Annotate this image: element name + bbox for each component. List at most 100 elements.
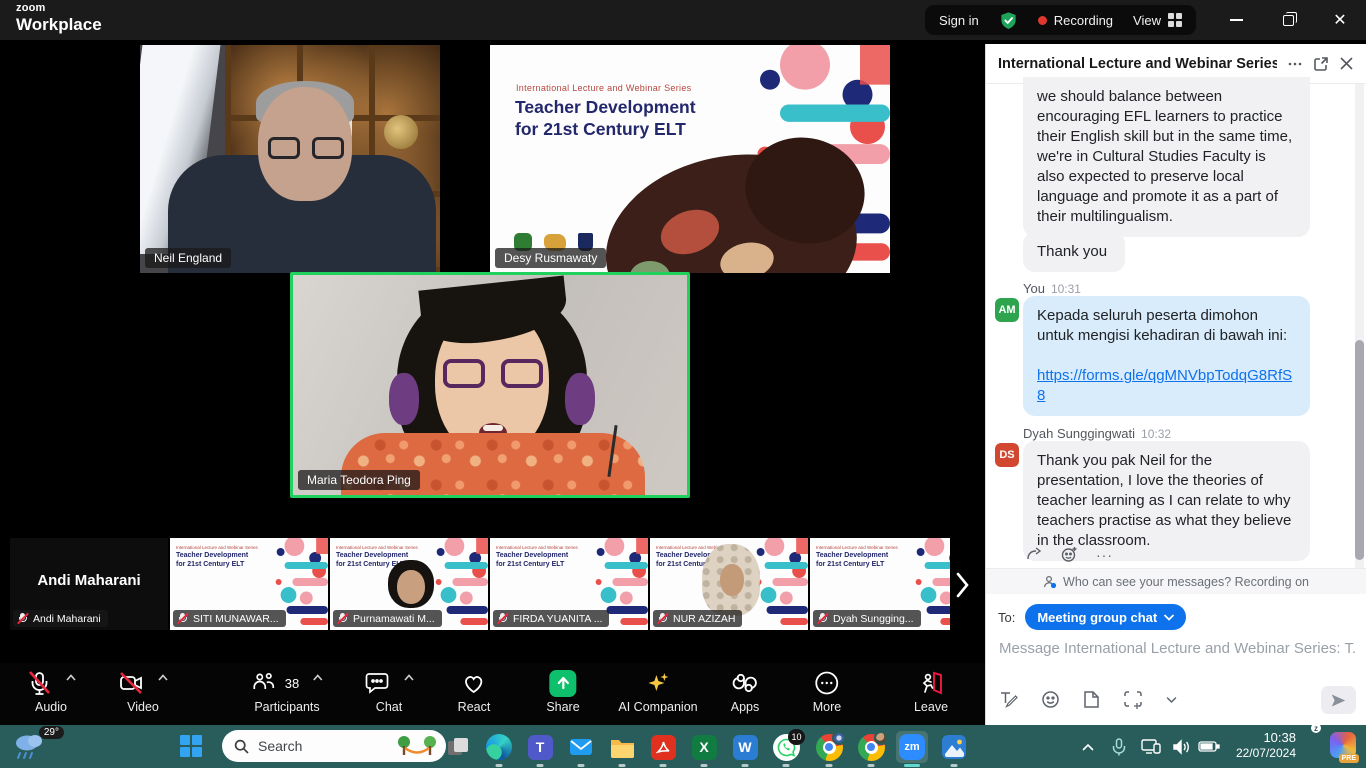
chat-message-bubble[interactable]: Thank you pak Neil for the presentation,… (1023, 441, 1310, 561)
slide-title-line2: for 21st Century ELT (515, 119, 686, 140)
participants-button[interactable]: 38 Participants (251, 669, 323, 714)
video-stage: Neil England International Lecture and W… (0, 40, 985, 663)
slide-title-line1: Teacher Development (816, 552, 888, 559)
filmstrip-next-button[interactable] (950, 563, 974, 607)
mic-muted-icon (657, 612, 668, 625)
chevron-up-icon[interactable] (66, 674, 76, 681)
brand-workplace: Workplace (16, 16, 102, 33)
chat-message-bubble[interactable]: Thank you (1023, 232, 1125, 272)
chat-visibility-notice[interactable]: Who can see your messages? Recording on (986, 568, 1366, 594)
share-button[interactable]: Share (546, 669, 579, 714)
send-button[interactable] (1321, 686, 1356, 714)
view-label: View (1133, 13, 1161, 28)
chat-close-icon[interactable] (1339, 56, 1354, 71)
more-label: More (813, 700, 841, 714)
view-button[interactable]: View (1133, 13, 1182, 28)
chat-message-meta: You10:31 (1023, 281, 1081, 296)
react-button[interactable]: React (458, 669, 491, 714)
chat-message-bubble[interactable]: we should balance between encouraging EF… (1023, 77, 1310, 237)
chevron-up-icon[interactable] (158, 674, 168, 681)
filmstrip-tile-andi-maharani[interactable]: Andi Maharani Andi Maharani (10, 538, 168, 630)
leave-icon (918, 670, 944, 696)
leave-button[interactable]: Leave (914, 669, 948, 714)
close-button[interactable]: ✕ (1314, 0, 1366, 40)
chat-input[interactable]: Message International Lecture and Webina… (999, 640, 1355, 657)
participant-name: Maria Teodora Ping (307, 473, 411, 487)
taskbar-copilot[interactable]: PRE (1330, 732, 1356, 758)
audio-button[interactable]: Audio (26, 669, 76, 714)
pop-out-icon[interactable] (1313, 56, 1329, 72)
screenshot-icon[interactable] (1123, 690, 1143, 709)
filmstrip-tile-firda-yuanita[interactable]: International Lecture and Webinar Series… (490, 538, 648, 630)
slide-series-text: International Lecture and Webinar Series (336, 545, 418, 550)
slide-series-text: International Lecture and Webinar Series (496, 545, 578, 550)
apps-button[interactable]: Apps (731, 669, 760, 714)
chat-scrollbar-thumb[interactable] (1355, 340, 1364, 560)
notice-text: Who can see your messages? Recording on (1063, 575, 1309, 589)
video-tile-neil-england[interactable]: Neil England (140, 45, 440, 273)
notification-bell[interactable]: z (0, 725, 1320, 768)
add-reaction-icon[interactable] (1061, 546, 1078, 563)
chat-more-button[interactable] (1287, 56, 1303, 72)
emoji-icon[interactable] (1041, 690, 1060, 709)
restore-icon (1283, 15, 1294, 26)
spacer (1037, 346, 1296, 366)
video-label: Video (127, 700, 159, 714)
minimize-button[interactable] (1210, 0, 1262, 40)
more-icon (814, 670, 840, 696)
format-text-icon[interactable] (999, 690, 1018, 709)
participant-name-label: Dyah Sungging... (813, 610, 921, 627)
chevron-down-icon (1164, 614, 1174, 621)
chat-message-text: we should balance between encouraging EF… (1037, 88, 1292, 225)
reply-icon[interactable] (1026, 547, 1043, 562)
restore-button[interactable] (1262, 0, 1314, 40)
chevron-right-icon (955, 572, 969, 598)
to-target-dropdown[interactable]: Meeting group chat (1025, 604, 1186, 630)
video-button[interactable]: Video (118, 669, 168, 714)
security-shield-icon[interactable] (999, 11, 1018, 30)
chevron-up-icon[interactable] (404, 674, 414, 681)
file-icon[interactable] (1083, 690, 1100, 709)
filmstrip-tile-siti-munawar[interactable]: International Lecture and Webinar Series… (170, 538, 328, 630)
video-tile-maria-teodora-ping-active-speaker[interactable]: Maria Teodora Ping (290, 272, 690, 498)
brand-zoom: zoom (16, 3, 102, 14)
send-icon (1330, 692, 1347, 709)
chat-button[interactable]: Chat (364, 669, 414, 714)
more-button[interactable]: More (813, 669, 841, 714)
chevron-up-icon[interactable] (313, 674, 323, 681)
meeting-toolbar: Audio Video 38 Participants (0, 663, 985, 725)
chat-message-bubble[interactable]: Kepada seluruh peserta dimohon untuk men… (1023, 296, 1310, 416)
slide-title-line2: for 21st Century ELT (816, 561, 884, 568)
profile-avatar (874, 731, 888, 745)
ai-companion-button[interactable]: AI Companion (618, 669, 697, 714)
share-icon (549, 670, 576, 697)
message-more-icon[interactable]: ··· (1096, 547, 1113, 563)
windows-taskbar: 29° Search T (0, 725, 1366, 768)
chat-title: International Lecture and Webinar Series… (998, 56, 1277, 72)
video-tile-desy-rusmawaty[interactable]: International Lecture and Webinar Series… (490, 45, 890, 273)
chat-bubble-icon (364, 670, 390, 696)
chevron-down-icon[interactable] (1166, 696, 1177, 704)
participant-name-label: Neil England (145, 248, 231, 268)
window-controls: ✕ (1210, 0, 1366, 40)
recording-indicator[interactable]: Recording (1038, 13, 1113, 28)
filmstrip-tile-dyah-sunggingwati[interactable]: International Lecture and Webinar Series… (810, 538, 950, 630)
chat-message-text: Thank you (1037, 243, 1107, 260)
slide-title-line1: Teacher Development (496, 552, 568, 559)
attendance-form-link[interactable]: https://forms.gle/qgMNVbpTodqG8RfS8 (1037, 367, 1292, 404)
title-bar: zoom Workplace Sign in Recording View ✕ (0, 0, 1366, 40)
camera-muted-icon (118, 670, 144, 696)
copilot-pre-badge: PRE (1339, 754, 1359, 763)
chat-input-toolbar (999, 690, 1177, 709)
participant-name: Purnamawati M... (353, 613, 435, 625)
participants-icon (251, 670, 277, 696)
sign-in-button[interactable]: Sign in (939, 13, 979, 28)
sender-name: You (1023, 281, 1045, 296)
send-to-row: To: Meeting group chat (998, 604, 1186, 630)
participant-name: SITI MUNAWAR... (193, 613, 279, 625)
mic-muted-icon (337, 612, 348, 625)
minimize-icon (1230, 19, 1243, 21)
filmstrip-tile-nur-azizah[interactable]: International Lecture and Webinar Series… (650, 538, 808, 630)
filmstrip-tile-purnamawati[interactable]: International Lecture and Webinar Series… (330, 538, 488, 630)
participant-name-label: NUR AZIZAH (653, 610, 742, 627)
